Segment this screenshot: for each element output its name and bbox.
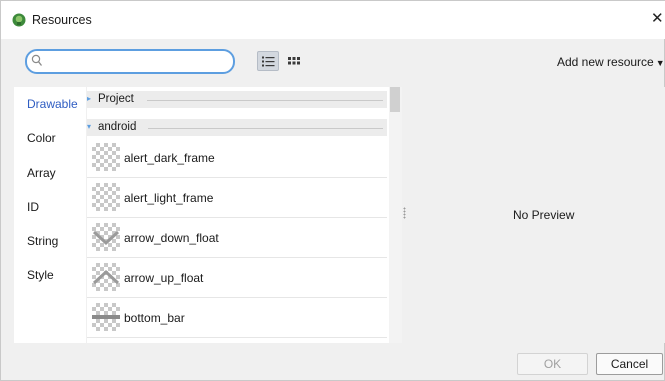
category-style[interactable]: Style — [27, 268, 54, 282]
resource-name: alert_dark_frame — [124, 151, 215, 165]
resource-name: bottom_bar — [124, 311, 185, 325]
resource-list[interactable]: ▸ Project ▾ android alert_dark_frame ale… — [87, 87, 402, 343]
resource-name: arrow_down_float — [124, 231, 219, 245]
expand-arrow-icon[interactable]: ▸ — [87, 94, 91, 103]
category-drawable[interactable]: Drawable — [27, 97, 78, 111]
resource-name: alert_light_frame — [124, 191, 214, 205]
list-item[interactable]: alert_dark_frame — [87, 138, 387, 178]
group-label: android — [98, 121, 137, 133]
group-divider — [147, 100, 383, 101]
window-title: Resources — [32, 13, 92, 27]
add-new-resource-dropdown[interactable]: Add new resource ▼ — [557, 55, 665, 69]
category-id[interactable]: ID — [27, 200, 39, 214]
group-label: Project — [98, 93, 134, 105]
resource-name: arrow_up_float — [124, 271, 204, 285]
group-header-project[interactable]: ▸ Project — [87, 91, 387, 108]
collapse-arrow-icon[interactable]: ▾ — [87, 122, 91, 131]
search-input[interactable] — [47, 53, 227, 70]
android-studio-icon — [12, 13, 26, 27]
add-new-resource-label: Add new resource — [557, 55, 654, 69]
drag-handle-icon[interactable] — [403, 207, 406, 219]
grid-view-icon — [288, 57, 300, 65]
list-view-button[interactable] — [257, 51, 279, 71]
bar-thumbnail-icon — [92, 303, 120, 331]
frame-thumbnail-icon — [92, 143, 120, 171]
no-preview-text: No Preview — [513, 208, 575, 222]
cancel-button[interactable]: Cancel — [596, 353, 663, 375]
list-item[interactable]: arrow_down_float — [87, 218, 387, 258]
group-divider — [148, 128, 383, 129]
chevron-down-icon: ▼ — [655, 58, 665, 68]
list-item[interactable]: bottom_bar — [87, 298, 387, 338]
arrow-down-thumbnail-icon — [92, 223, 120, 251]
category-color[interactable]: Color — [27, 131, 56, 145]
resources-dialog: Resources ✕ Add new resource ▼ Drawable … — [0, 0, 665, 381]
title-bar[interactable]: Resources ✕ — [1, 1, 665, 39]
category-string[interactable]: String — [27, 234, 58, 248]
scrollbar-thumb[interactable] — [390, 87, 400, 112]
preview-pane: No Preview — [407, 87, 665, 343]
search-box[interactable] — [25, 49, 235, 74]
grid-view-button[interactable] — [283, 51, 305, 71]
arrow-up-thumbnail-icon — [92, 263, 120, 291]
list-item[interactable]: alert_light_frame — [87, 178, 387, 218]
list-view-icon — [262, 56, 275, 67]
group-header-android[interactable]: ▾ android — [87, 119, 387, 136]
ok-button[interactable]: OK — [517, 353, 588, 375]
frame-thumbnail-icon — [92, 183, 120, 211]
search-icon — [31, 54, 43, 66]
category-list: Drawable Color Array ID String Style — [14, 87, 86, 343]
close-icon[interactable]: ✕ — [651, 10, 664, 28]
scrollbar[interactable] — [389, 87, 402, 343]
list-item[interactable]: arrow_up_float — [87, 258, 387, 298]
category-array[interactable]: Array — [27, 166, 56, 180]
